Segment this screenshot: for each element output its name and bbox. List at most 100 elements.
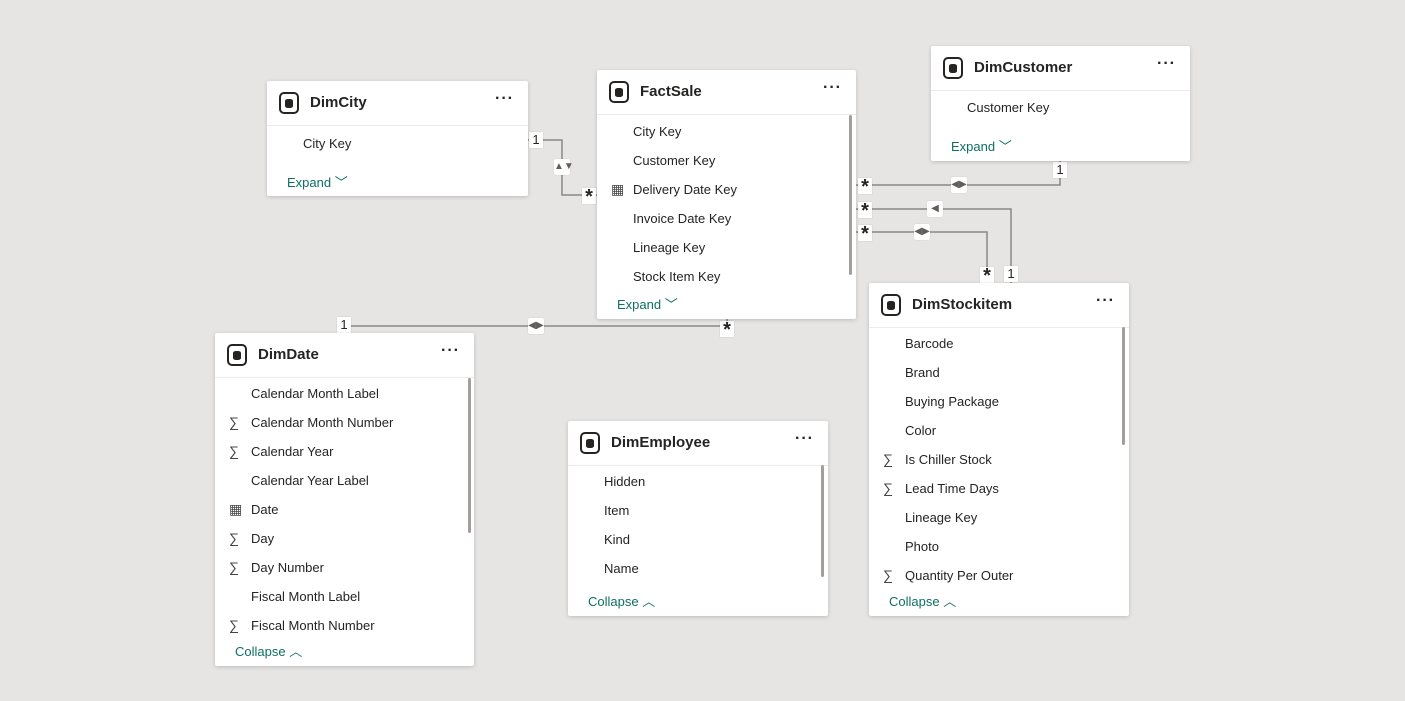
cardinality-many: * xyxy=(720,321,734,337)
collapse-button[interactable]: Collapse ︿ xyxy=(235,641,302,660)
field-label: Invoice Date Key xyxy=(633,211,732,226)
cardinality-one: 1 xyxy=(337,317,351,333)
field-item[interactable]: ∑ Day Number xyxy=(215,553,474,582)
sum-icon: ∑ xyxy=(883,567,893,583)
scrollbar[interactable] xyxy=(1122,327,1125,445)
crossfilter-both-icon[interactable]: ▲▼ xyxy=(554,159,574,175)
field-label: Customer Key xyxy=(633,153,716,168)
crossfilter-both-icon[interactable]: ◀▶ xyxy=(528,318,544,334)
field-item[interactable]: Barcode xyxy=(869,329,1129,358)
field-label: City Key xyxy=(303,136,352,151)
field-item[interactable]: Stock Item Key xyxy=(597,262,856,291)
field-item[interactable]: Invoice Date Key xyxy=(597,204,856,233)
field-item[interactable]: City Key xyxy=(597,117,856,146)
more-options-button[interactable]: ··· xyxy=(795,430,814,448)
field-label: Is Chiller Stock xyxy=(905,452,992,467)
field-item[interactable]: Lineage Key xyxy=(597,233,856,262)
field-label: Delivery Date Key xyxy=(633,182,738,197)
field-label: Fiscal Month Number xyxy=(251,618,375,633)
field-label: Quantity Per Outer xyxy=(905,568,1014,583)
table-icon xyxy=(609,81,629,103)
field-item[interactable]: Calendar Year Label xyxy=(215,466,474,495)
table-card-dimcustomer[interactable]: DimCustomer ··· Customer Key Expand ﹀ xyxy=(931,46,1190,161)
collapse-button[interactable]: Collapse ︿ xyxy=(889,591,956,610)
cardinality-many: * xyxy=(582,188,596,204)
field-item[interactable]: Name xyxy=(568,554,828,583)
crossfilter-single-icon[interactable]: ◀ xyxy=(927,201,943,217)
field-label: Calendar Year xyxy=(251,444,334,459)
table-card-dimemployee[interactable]: DimEmployee ··· Hidden Item Kind Name Co… xyxy=(568,421,828,616)
field-label: Buying Package xyxy=(905,394,999,409)
field-item[interactable]: ▦ Delivery Date Key xyxy=(597,175,856,204)
cardinality-many: * xyxy=(980,267,994,283)
field-label: Day xyxy=(251,531,275,546)
more-options-button[interactable]: ··· xyxy=(1096,292,1115,310)
field-label: Lineage Key xyxy=(633,240,706,255)
table-icon xyxy=(580,432,600,454)
field-item[interactable]: Buying Package xyxy=(869,387,1129,416)
field-label: Customer Key xyxy=(967,100,1050,115)
sum-icon: ∑ xyxy=(883,451,893,467)
scrollbar[interactable] xyxy=(821,465,824,577)
field-label: Photo xyxy=(905,539,939,554)
field-item[interactable]: Kind xyxy=(568,525,828,554)
field-item[interactable]: Brand xyxy=(869,358,1129,387)
field-item[interactable]: City Key xyxy=(267,129,528,158)
field-item[interactable]: ∑ Quantity Per Outer xyxy=(869,561,1129,590)
field-label: Barcode xyxy=(905,336,954,351)
field-item[interactable]: ∑ Day xyxy=(215,524,474,553)
field-item[interactable]: Photo xyxy=(869,532,1129,561)
scrollbar[interactable] xyxy=(468,378,471,533)
field-item[interactable]: Item xyxy=(568,496,828,525)
table-card-dimstockitem[interactable]: DimStockitem ··· Barcode Brand Buying Pa… xyxy=(869,283,1129,616)
field-item[interactable]: ▦ Date xyxy=(215,495,474,524)
table-title: DimStockitem xyxy=(912,296,1013,313)
sum-icon: ∑ xyxy=(229,414,239,430)
field-label: Date xyxy=(251,502,279,517)
scrollbar[interactable] xyxy=(849,115,852,275)
field-label: Calendar Year Label xyxy=(251,473,369,488)
table-card-factsale[interactable]: FactSale ··· City Key Customer Key ▦ Deli… xyxy=(597,70,856,319)
more-options-button[interactable]: ··· xyxy=(441,342,460,360)
field-item[interactable]: ∑ Fiscal Month Number xyxy=(215,611,474,640)
field-item[interactable]: Fiscal Month Label xyxy=(215,582,474,611)
field-label: Calendar Month Number xyxy=(251,415,394,430)
expand-button[interactable]: Expand ﹀ xyxy=(617,294,678,313)
table-title: FactSale xyxy=(640,83,702,100)
field-item[interactable]: ∑ Calendar Month Number xyxy=(215,408,474,437)
crossfilter-both-icon[interactable]: ◀▶ xyxy=(914,224,930,240)
table-title: DimDate xyxy=(258,346,319,363)
table-icon xyxy=(881,294,901,316)
field-label: Name xyxy=(604,561,639,576)
table-title: DimCity xyxy=(310,94,367,111)
field-item[interactable]: Color xyxy=(869,416,1129,445)
more-options-button[interactable]: ··· xyxy=(823,79,842,97)
more-options-button[interactable]: ··· xyxy=(1157,55,1176,73)
table-card-dimcity[interactable]: DimCity ··· City Key Expand ﹀ xyxy=(267,81,528,196)
sum-icon: ∑ xyxy=(229,443,239,459)
field-item[interactable]: Calendar Month Label xyxy=(215,379,474,408)
table-icon xyxy=(227,344,247,366)
field-item[interactable]: Lineage Key xyxy=(869,503,1129,532)
field-label: Lineage Key xyxy=(905,510,978,525)
expand-button[interactable]: Expand ﹀ xyxy=(287,172,348,191)
sum-icon: ∑ xyxy=(229,559,239,575)
field-item[interactable]: Customer Key xyxy=(597,146,856,175)
cardinality-one: 1 xyxy=(1004,266,1018,282)
field-label: Item xyxy=(604,503,630,518)
calendar-icon: ▦ xyxy=(611,181,625,197)
field-item[interactable]: Hidden xyxy=(568,467,828,496)
field-item[interactable]: Customer Key xyxy=(931,93,1190,122)
field-label: Hidden xyxy=(604,474,646,489)
table-card-dimdate[interactable]: DimDate ··· Calendar Month Label ∑ Calend… xyxy=(215,333,474,666)
field-label: Fiscal Month Label xyxy=(251,589,361,604)
expand-button[interactable]: Expand ﹀ xyxy=(951,136,1012,155)
cardinality-many: * xyxy=(858,225,872,241)
field-item[interactable]: ∑ Calendar Year xyxy=(215,437,474,466)
crossfilter-both-icon[interactable]: ◀▶ xyxy=(951,177,967,193)
field-item[interactable]: ∑ Is Chiller Stock xyxy=(869,445,1129,474)
more-options-button[interactable]: ··· xyxy=(495,90,514,108)
field-label: Color xyxy=(905,423,937,438)
field-item[interactable]: ∑ Lead Time Days xyxy=(869,474,1129,503)
collapse-button[interactable]: Collapse ︿ xyxy=(588,591,655,610)
